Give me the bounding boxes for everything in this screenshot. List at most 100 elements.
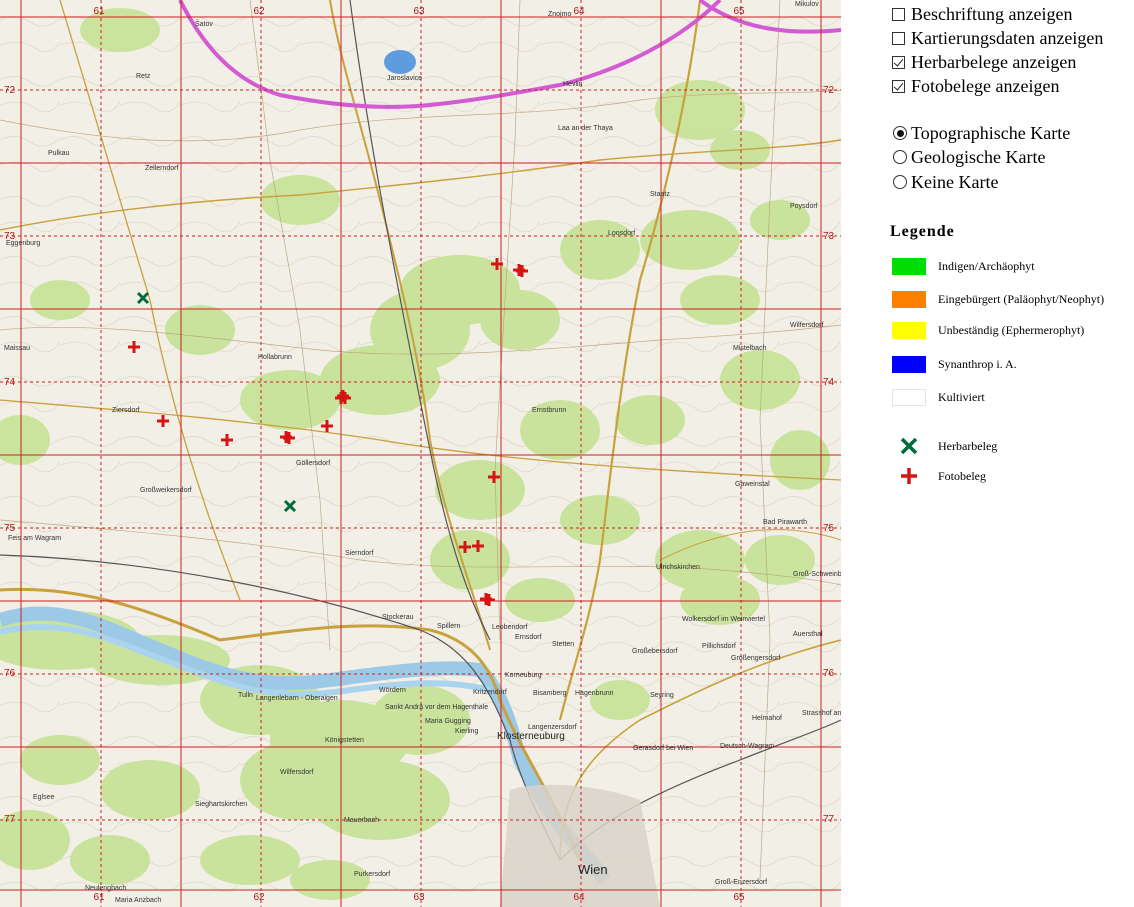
grid-column-label-bottom: 62 [253,892,265,903]
legend-color-swatch [892,257,926,275]
place-label: Wien [578,862,608,877]
lake [384,50,416,74]
option-checkbox-row[interactable]: Fotobelege anzeigen [890,75,1059,97]
legend-symbol-row: Herbarbeleg [892,437,997,455]
option-checkbox-row[interactable]: Herbarbelege anzeigen [890,51,1076,73]
grid-column-label-bottom: 61 [93,892,105,903]
place-label: Groß-Schweinbarth [793,571,841,578]
checkbox-label: Herbarbelege anzeigen [911,51,1077,72]
place-label: Feis am Wagram [8,535,61,542]
place-label: Stockerau [382,614,414,621]
grid-row-label-left: 74 [4,377,16,388]
place-label: Klosterneuburg [497,731,565,742]
grid-row-label-left: 72 [4,85,16,96]
place-label: Auersthal [793,631,823,638]
place-label: Spillern [437,623,460,630]
checkbox-label: Beschriftung anzeigen [911,3,1073,24]
map-type-radio-row[interactable]: Keine Karte [890,171,998,193]
topographic-map[interactable]: 61 61 62 62 63 63 64 64 65 65 72 72 73 73 74 74 75 75 76 76… [0,0,841,907]
legend-label: Indigen/Archäophyt [938,258,1035,273]
radio-label: Keine Karte [911,171,999,192]
grid-row-label-right: 76 [823,668,835,679]
checkbox[interactable] [892,79,905,93]
place-label: Sieghartskirchen [195,801,247,808]
legend-color-swatch [892,355,926,373]
place-label: Pulkau [48,150,70,157]
legend-symbol-row: Fotobeleg [892,467,986,485]
legend-label: Unbeständig (Ephermerophyt) [938,322,1085,337]
place-label: Mikulov [795,1,819,8]
place-label: Leobendorf [492,624,527,631]
grid-column-label-top: 65 [733,6,745,17]
option-checkbox-row[interactable]: Beschriftung anzeigen [890,3,1072,25]
place-label: Mistelbach [733,345,767,352]
place-label: Laa an der Thaya [558,125,613,132]
legend-label: Kultiviert [938,389,985,404]
place-label: Wilfersdorf [790,322,824,329]
checkbox[interactable] [892,55,905,69]
legend-title: Legende [890,223,955,240]
grid-row-label-right: 73 [823,231,835,242]
map-control-panel: Beschriftung anzeigen Kartierungsdaten an… [890,0,1134,907]
place-label: Kierling [455,728,478,735]
place-label: Göllersdorf [296,460,330,467]
place-label: Wördern [379,687,406,694]
place-label: Langenlebarn - Oberaigen [256,695,338,702]
place-label: Jaroslavice [387,75,422,82]
place-label: Groß-Enzersdorf [715,879,767,886]
place-label: Hollabrunn [258,354,292,361]
place-label: Poysdorf [790,203,818,210]
grid-row-label-left: 75 [4,523,16,534]
place-label: Großebersdorf [632,648,678,655]
place-label: Hevlin [563,81,583,88]
place-label: Bad Pirawarth [763,519,807,526]
place-label: Pillichsdorf [702,643,736,650]
legend-status-row: Indigen/Archäophyt [892,257,1035,275]
place-label: Zellerndorf [145,165,179,172]
place-label: Strasshof an der [802,710,841,717]
place-label: Kritzendorf [473,689,507,696]
place-label: Deutsch-Wagram [720,743,774,750]
place-label: Mauerbach [344,817,379,824]
map-type-radio-row[interactable]: Geologische Karte [890,146,1045,168]
place-label: Wilfersdorf [280,769,314,776]
place-label: Großweikersdorf [140,487,192,494]
option-checkbox-row[interactable]: Kartierungsdaten anzeigen [890,27,1103,49]
grid-row-label-right: 75 [823,523,835,534]
place-label: Sierndorf [345,550,373,557]
grid-column-label-top: 63 [413,6,425,17]
legend-status-row: Synanthrop i. A. [892,355,1017,373]
grid-row-label-right: 72 [823,85,835,96]
checkbox-label: Fotobelege anzeigen [911,75,1060,96]
grid-row-label-left: 77 [4,814,16,825]
place-label: Korneuburg [505,672,542,679]
place-label: Loosdorf [608,230,635,237]
place-label: Eglsee [33,794,55,801]
place-label: Langenzersdorf [528,724,577,731]
grid-row-label-right: 77 [823,814,835,825]
grid-column-label-top: 64 [573,6,585,17]
checkbox[interactable] [892,31,905,45]
radio-button[interactable] [893,175,907,189]
legend-status-row: Eingebürgert (Paläophyt/Neophyt) [892,290,1104,308]
place-label: Neulengbach [85,885,126,892]
place-label: Stetten [552,641,574,648]
place-label: Purkersdorf [354,871,390,878]
grid-column-label-bottom: 63 [413,892,425,903]
radio-button[interactable] [893,126,907,140]
checkbox[interactable] [892,7,905,21]
grid-column-label-bottom: 64 [573,892,585,903]
legend-color-swatch [892,321,926,339]
place-label: Maissau [4,345,30,352]
checkbox-label: Kartierungsdaten anzeigen [911,27,1104,48]
place-label: Ernsdorf [515,634,542,641]
place-label: Bisamberg [533,690,567,697]
place-label: Ulrichskirchen [656,564,700,571]
radio-label: Geologische Karte [911,146,1046,167]
map-type-radio-row[interactable]: Topographische Karte [890,122,1070,144]
place-label: Gaweinstal [735,481,770,488]
place-label: Helmahof [752,715,782,722]
radio-button[interactable] [893,150,907,164]
legend-label: Fotobeleg [938,468,986,483]
plus-cross-icon [892,466,926,486]
